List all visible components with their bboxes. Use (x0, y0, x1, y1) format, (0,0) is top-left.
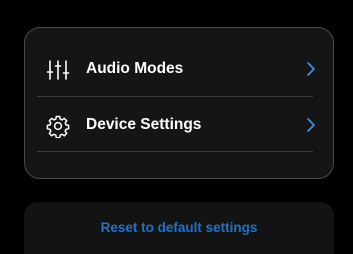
menu-item-device-settings[interactable]: Device Settings (25, 97, 333, 153)
reset-to-default-button[interactable]: Reset to default settings (24, 202, 334, 254)
gear-icon (46, 114, 70, 138)
reset-button-label: Reset to default settings (100, 220, 258, 235)
menu-item-label: Audio Modes (86, 60, 184, 77)
settings-menu-card: Audio Modes Device Settings (24, 27, 334, 179)
chevron-right-icon (305, 117, 317, 133)
sliders-icon (46, 58, 70, 82)
chevron-right-icon (305, 61, 317, 77)
menu-item-label: Device Settings (86, 116, 202, 133)
divider (37, 151, 313, 152)
menu-item-audio-modes[interactable]: Audio Modes (25, 41, 333, 97)
